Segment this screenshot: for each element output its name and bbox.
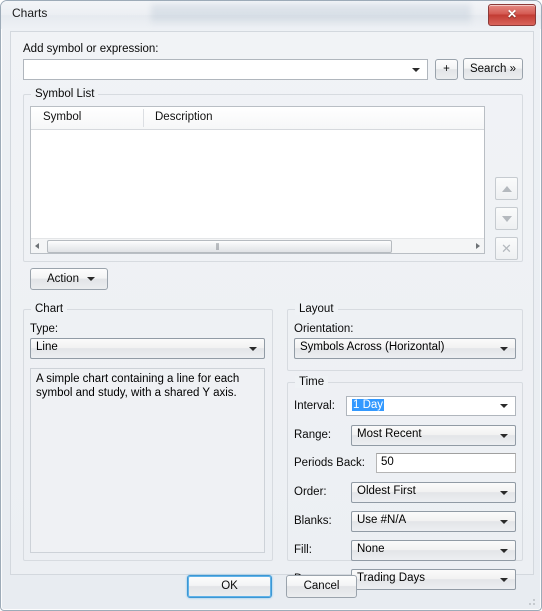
order-value: Oldest First [357, 485, 416, 497]
orientation-select[interactable]: Symbols Across (Horizontal) [294, 338, 516, 359]
ok-button-label: OK [221, 580, 238, 592]
action-button[interactable]: Action [30, 268, 108, 290]
column-divider[interactable] [143, 109, 144, 127]
cancel-button-label: Cancel [303, 580, 340, 592]
ok-button[interactable]: OK [187, 575, 272, 598]
chart-type-value: Line [36, 341, 58, 353]
chart-type-select[interactable]: Line [30, 338, 265, 359]
search-button-label: Search » [469, 63, 517, 75]
range-label: Range: [294, 429, 332, 441]
chevron-down-icon [500, 346, 508, 351]
symbol-list-table[interactable]: Symbol Description ⦀ [30, 106, 485, 254]
days-select[interactable]: Trading Days [351, 569, 516, 590]
chevron-down-icon [249, 346, 257, 351]
chevron-down-icon [500, 519, 508, 524]
periods-back-label: Periods Back: [294, 457, 365, 469]
add-symbol-button-label: + [443, 63, 450, 75]
title-bar: Charts ✕ [1, 1, 541, 29]
interval-select[interactable]: 1 Day [346, 396, 516, 416]
symbol-list-header: Symbol Description [31, 107, 484, 130]
chevron-down-icon[interactable] [500, 404, 508, 408]
fill-label: Fill: [294, 544, 312, 556]
symbol-list-caption: Symbol List [31, 88, 99, 100]
triangle-down-icon [501, 215, 512, 222]
blanks-label: Blanks: [294, 515, 332, 527]
symbol-list-hscrollbar[interactable]: ⦀ [31, 238, 484, 253]
interval-value: 1 Day [352, 399, 385, 411]
interval-value-wrapper: 1 Day [352, 399, 385, 411]
arrow-right-icon [476, 243, 480, 249]
close-x-icon: ✕ [506, 7, 518, 21]
search-button[interactable]: Search » [463, 58, 523, 80]
periods-back-value: 50 [381, 456, 394, 468]
periods-back-input[interactable]: 50 [376, 453, 516, 473]
triangle-up-icon [501, 185, 512, 192]
chart-type-label: Type: [30, 323, 59, 335]
x-icon: ✕ [501, 241, 512, 256]
resize-grip[interactable] [525, 595, 537, 607]
chart-description: A simple chart containing a line for eac… [30, 368, 265, 553]
remove-button[interactable]: ✕ [495, 237, 518, 260]
chart-caption: Chart [31, 303, 68, 315]
chevron-down-icon [500, 433, 508, 438]
interval-label: Interval: [294, 400, 335, 412]
range-select[interactable]: Most Recent [351, 425, 516, 446]
arrow-left-icon [35, 243, 39, 249]
close-button[interactable]: ✕ [488, 4, 536, 26]
blanks-select[interactable]: Use #N/A [351, 511, 516, 532]
column-header-symbol[interactable]: Symbol [43, 111, 81, 123]
grip-icon: ⦀ [215, 242, 221, 252]
chevron-down-icon [500, 548, 508, 553]
order-label: Order: [294, 486, 327, 498]
range-value: Most Recent [357, 428, 422, 440]
charts-dialog-window: Charts ✕ Add symbol or expression: + Sea… [0, 0, 542, 611]
chevron-down-icon [500, 577, 508, 582]
fill-select[interactable]: None [351, 540, 516, 561]
add-symbol-button[interactable]: + [435, 59, 458, 80]
chevron-down-icon [500, 490, 508, 495]
orientation-value: Symbols Across (Horizontal) [300, 341, 445, 353]
window-title: Charts [12, 6, 48, 20]
add-symbol-input[interactable] [23, 59, 428, 80]
column-header-description[interactable]: Description [155, 111, 213, 123]
chevron-down-icon[interactable] [412, 67, 420, 72]
move-down-button[interactable] [495, 207, 518, 230]
scroll-left-button[interactable] [31, 239, 46, 253]
layout-caption: Layout [295, 303, 338, 315]
blanks-value: Use #N/A [357, 514, 407, 526]
orientation-label: Orientation: [294, 323, 354, 335]
time-caption: Time [295, 376, 329, 388]
add-symbol-label: Add symbol or expression: [23, 43, 159, 55]
order-select[interactable]: Oldest First [351, 482, 516, 503]
days-value: Trading Days [357, 572, 425, 584]
background-blur-artifact [151, 4, 471, 26]
scrollbar-thumb[interactable]: ⦀ [47, 240, 392, 253]
cancel-button[interactable]: Cancel [286, 575, 357, 598]
dialog-content: Add symbol or expression: + Search » Sym… [10, 31, 534, 590]
scroll-right-button[interactable] [469, 239, 484, 253]
chevron-down-icon [87, 277, 95, 281]
move-up-button[interactable] [495, 177, 518, 200]
fill-value: None [357, 543, 385, 555]
